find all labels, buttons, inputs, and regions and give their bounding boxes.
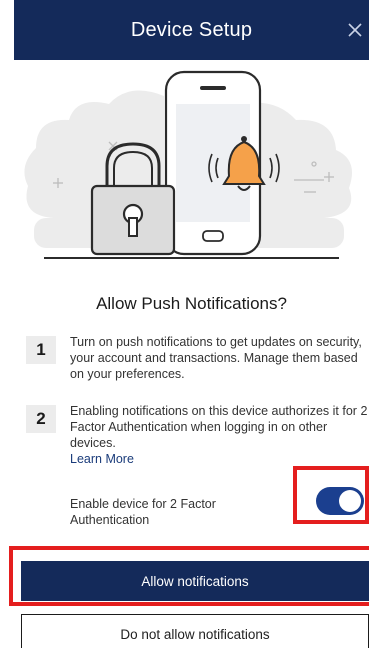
two-factor-toggle[interactable]: [316, 487, 364, 515]
toggle-knob: [339, 490, 361, 512]
step-text: Enabling notifications on this device au…: [70, 404, 368, 450]
page-title: Device Setup: [130, 18, 253, 41]
close-button[interactable]: [343, 18, 367, 42]
push-notification-illustration: [24, 70, 353, 259]
close-icon: [348, 23, 362, 37]
deny-notifications-button[interactable]: Do not allow notifications: [21, 614, 369, 648]
learn-more-link[interactable]: Learn More: [70, 451, 369, 467]
header-bar: Device Setup: [14, 0, 369, 60]
two-factor-label: Enable device for 2 Factor Authenticatio…: [70, 497, 216, 527]
step-number: 2: [26, 405, 56, 433]
push-notifications-heading: Allow Push Notifications?: [96, 294, 287, 313]
allow-notifications-button[interactable]: Allow notifications: [21, 561, 369, 601]
step-text-container: Enabling notifications on this device au…: [70, 403, 369, 467]
device-setup-screen: Device Setup Allow Push Notifications? 1…: [0, 0, 369, 648]
step-text: Turn on push notifications to get update…: [70, 335, 362, 381]
step-number: 1: [26, 336, 56, 364]
